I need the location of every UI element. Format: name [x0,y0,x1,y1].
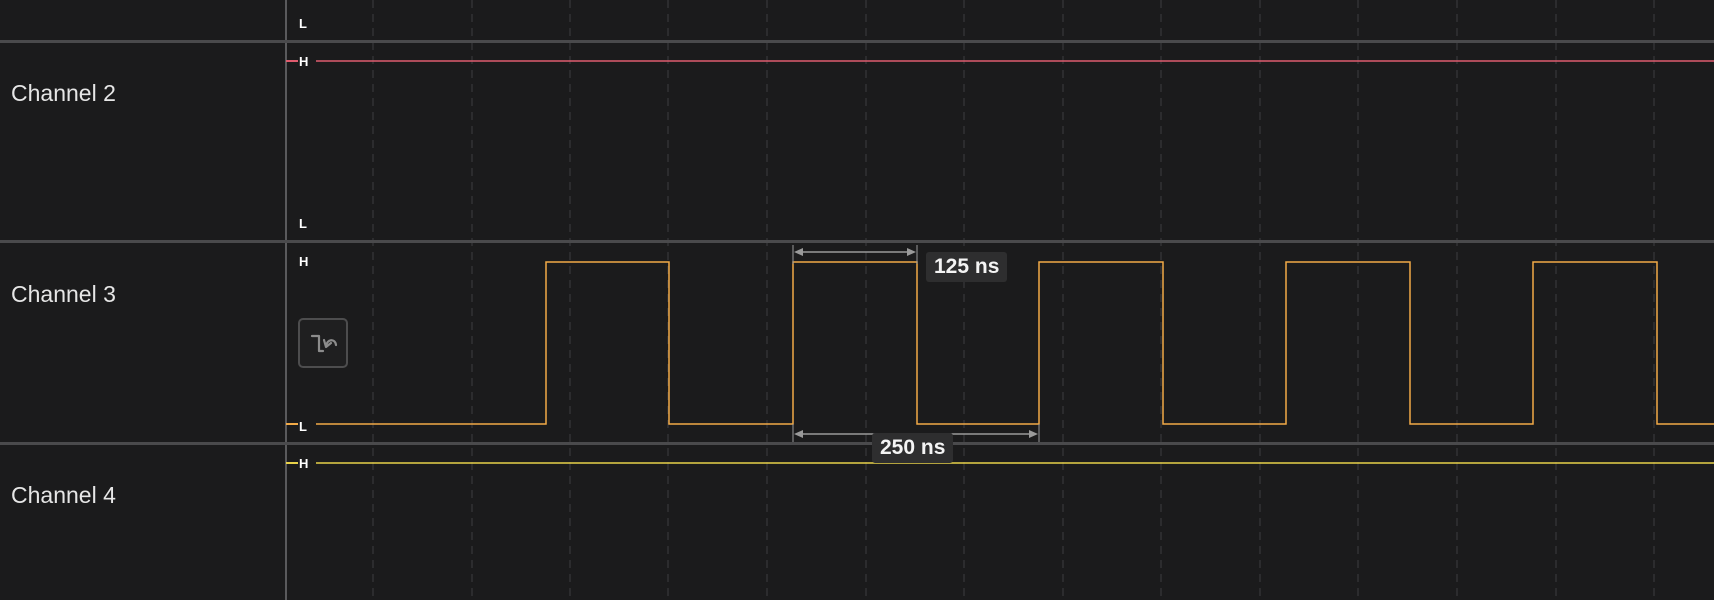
channel-3-signal [316,261,1714,425]
channel-2-name[interactable]: Channel 2 [11,80,116,107]
period-label[interactable]: 250 ns [872,433,954,463]
channel-1-low-label: L [299,16,307,31]
channel-3-waveform[interactable] [286,261,1714,425]
channel-separator[interactable] [0,442,1714,445]
channel-4-high-label: H [299,456,309,471]
arrow-left-icon [794,430,803,438]
logic-analyzer-view: L Channel 2 H L Channel 3 H L Channel 4 … [0,0,1714,600]
pulse-width-measurement[interactable] [792,245,918,264]
channel-separator[interactable] [0,40,1714,43]
arrow-left-icon [794,248,803,256]
channel-3-low-label: L [299,419,307,434]
arrow-right-icon [907,248,916,256]
waveform-canvas [0,0,1714,600]
channel-separator[interactable] [0,240,1714,243]
trigger-button[interactable] [298,318,348,368]
channel-4-name[interactable]: Channel 4 [11,482,116,509]
falling-edge-trigger-icon [310,334,338,353]
pulse-width-label[interactable]: 125 ns [926,252,1008,282]
time-grid [372,0,1655,600]
channel-2-low-label: L [299,216,307,231]
channel-2-high-label: H [299,54,309,69]
channel-3-name[interactable]: Channel 3 [11,281,116,308]
channel-3-high-label: H [299,254,309,269]
arrow-right-icon [1029,430,1038,438]
